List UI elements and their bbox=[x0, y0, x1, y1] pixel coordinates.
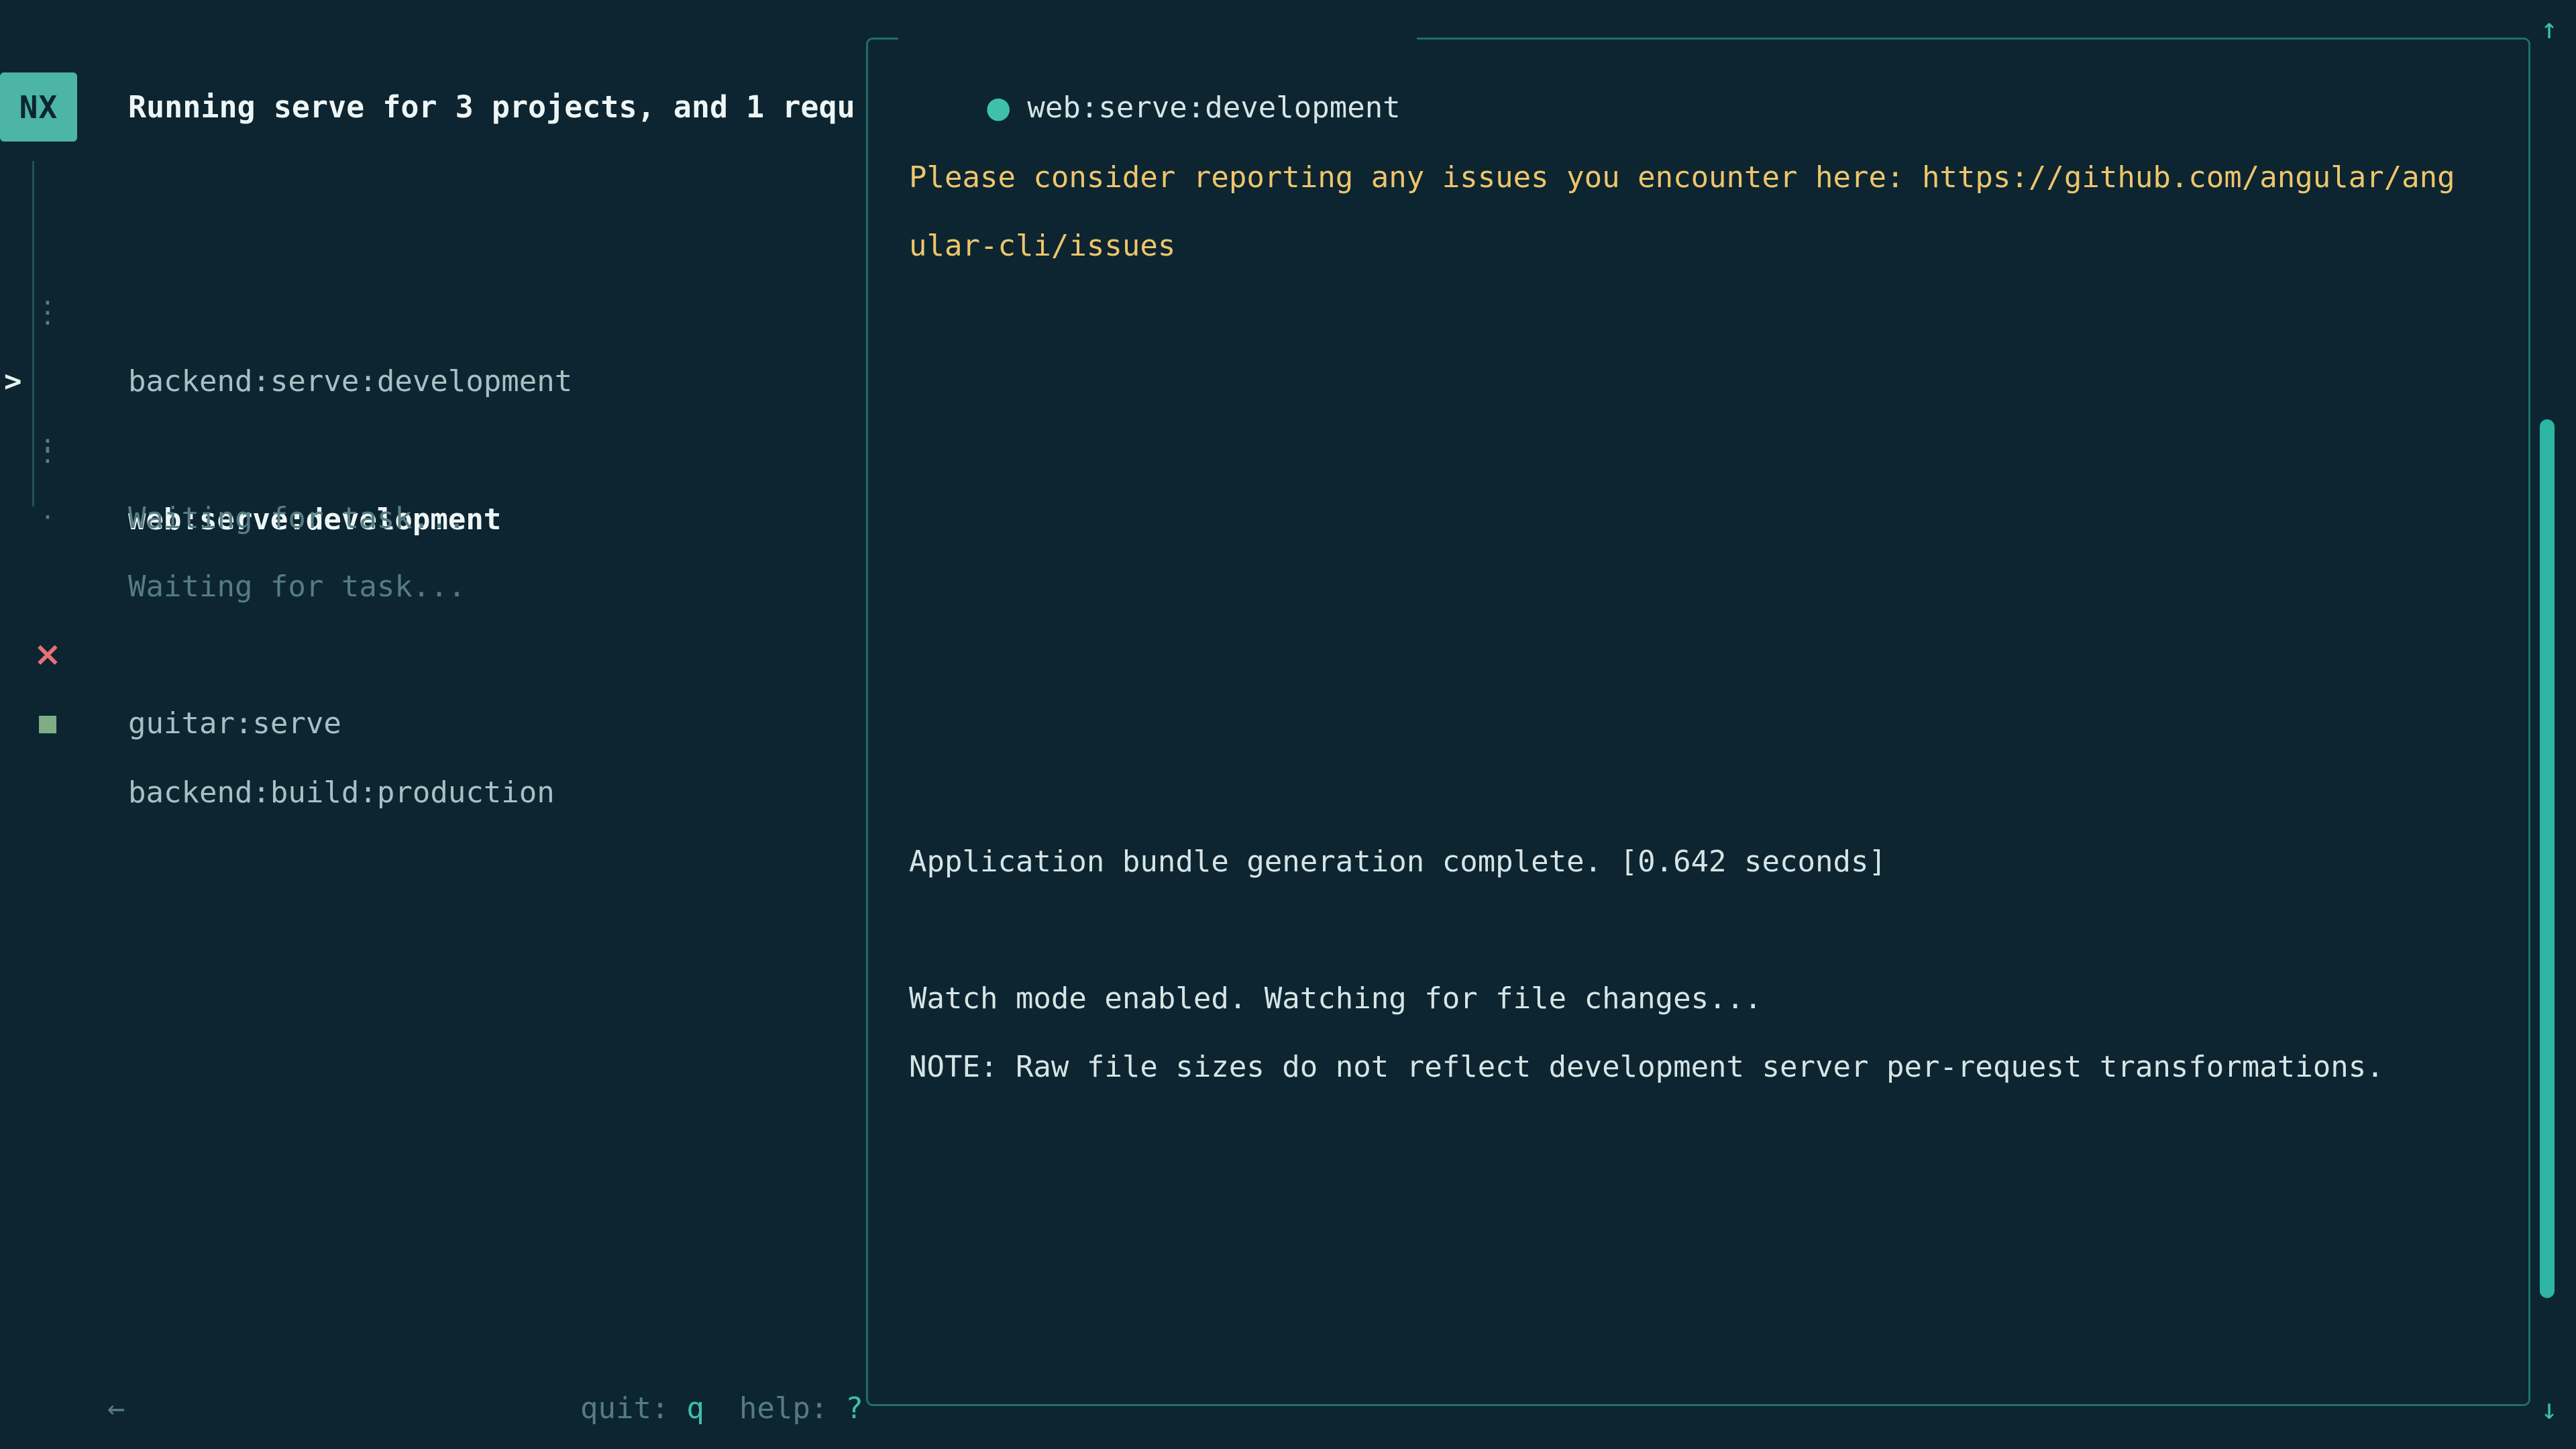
task-label: backend:build:production bbox=[128, 758, 555, 827]
success-square-icon: ■ bbox=[31, 689, 64, 758]
watch-mode-line: Watch mode enabled. Watching for file ch… bbox=[909, 965, 2528, 1033]
output-panel-title-text: web:serve:development bbox=[1027, 91, 1400, 125]
pagination: ← 1/1 → bbox=[36, 1305, 182, 1374]
bundle-complete-line: Application bundle generation complete. … bbox=[909, 828, 2528, 896]
help-key: ? bbox=[845, 1391, 863, 1426]
quit-hint-label: quit: bbox=[580, 1391, 669, 1426]
local-server-line: →Local:http://localhost:4200/ bbox=[909, 1102, 2528, 1170]
scroll-up-arrow-icon[interactable]: ↑ bbox=[2529, 0, 2569, 57]
blank-line bbox=[909, 896, 2528, 965]
task-sidebar: NX Running serve for 3 projects, and 1 r… bbox=[0, 0, 866, 1449]
task-row-waiting-2[interactable]: · Waiting for task... bbox=[0, 414, 866, 483]
chunk-row-polyfills: polyfills.js|polyfills|90.20 kB| bbox=[909, 417, 2528, 486]
task-status-dot-icon: ● bbox=[985, 91, 1011, 125]
issue-report-line-2: ular-cli/issues bbox=[909, 212, 2528, 280]
blank-line bbox=[909, 759, 2528, 828]
help-hint-line: →pressh + enterto show help bbox=[909, 1170, 2528, 1238]
quit-key: q bbox=[686, 1391, 704, 1426]
issue-report-line-1: Please consider reporting any issues you… bbox=[909, 144, 2528, 212]
task-row-waiting-1[interactable]: · Waiting for task... bbox=[0, 345, 866, 415]
chunk-row-styles: styles.css|styles|104 bytes| bbox=[909, 554, 2528, 623]
task-row-backend-build[interactable]: ■ backend:build:production bbox=[0, 620, 866, 689]
task-label: guitar:serve bbox=[128, 689, 341, 758]
blank-line bbox=[909, 280, 2528, 349]
waiting-dot-icon: · bbox=[31, 483, 64, 552]
blank-line bbox=[909, 623, 2528, 691]
cursor-line bbox=[909, 1238, 2528, 1307]
chunk-row-main: main.js|main|3.42 kB| bbox=[909, 486, 2528, 554]
output-panel: ● web:serve:development Please consider r… bbox=[866, 38, 2530, 1406]
task-label: Waiting for task... bbox=[128, 484, 466, 553]
help-hint-label: help: bbox=[739, 1391, 828, 1426]
task-row-backend-serve[interactable]: ⋮ backend:serve:development bbox=[0, 209, 866, 278]
output-panel-title: ●web:serve:development bbox=[898, 5, 1417, 74]
task-row-web-serve-selected[interactable]: > ⋮ web:serve:development bbox=[0, 278, 866, 347]
prev-page-arrow-icon[interactable]: ← bbox=[107, 1391, 125, 1426]
task-row-guitar-serve[interactable]: × guitar:serve bbox=[0, 551, 866, 620]
run-summary-title: Running serve for 3 projects, and 1 requ bbox=[128, 72, 855, 142]
scrollbar-thumb[interactable] bbox=[2540, 419, 2555, 1298]
initial-total-row: |Initial total|93.72 kB bbox=[909, 691, 2528, 759]
nx-logo: NX bbox=[0, 72, 77, 142]
chunk-table-header: Initial chunk files|Names|Raw size bbox=[909, 349, 2528, 417]
note-line: NOTE: Raw file sizes do not reflect deve… bbox=[909, 1033, 2528, 1102]
scroll-down-arrow-icon[interactable]: ↓ bbox=[2529, 1381, 2569, 1438]
keybinding-hints: quit:qhelp:? bbox=[509, 1305, 863, 1374]
